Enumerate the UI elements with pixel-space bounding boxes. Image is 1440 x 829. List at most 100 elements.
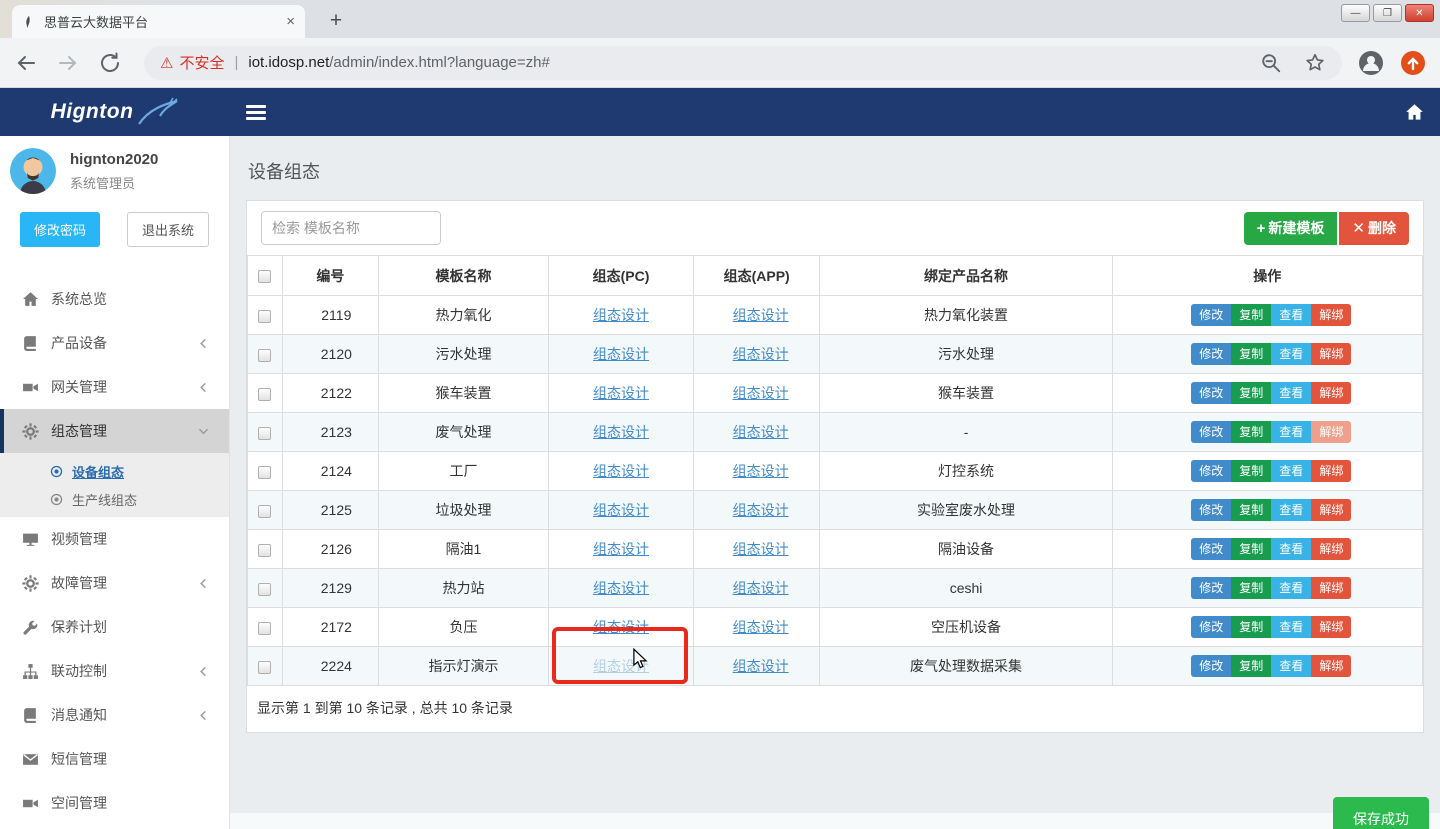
unbind-button[interactable]: 解绑 [1311, 655, 1351, 677]
logout-button[interactable]: 退出系统 [127, 212, 209, 247]
row-checkbox[interactable] [258, 310, 271, 323]
pc-config-link[interactable]: 组态设计 [593, 307, 649, 323]
copy-button[interactable]: 复制 [1231, 382, 1271, 404]
app-config-link[interactable]: 组态设计 [733, 541, 789, 557]
unbind-button[interactable]: 解绑 [1311, 304, 1351, 326]
modify-button[interactable]: 修改 [1191, 421, 1231, 443]
sidebar-item-0[interactable]: 系统总览 [0, 277, 229, 321]
unbind-button[interactable]: 解绑 [1311, 577, 1351, 599]
sidebar-item-7[interactable]: 联动控制 [0, 649, 229, 693]
unbind-button[interactable]: 解绑 [1311, 382, 1351, 404]
copy-button[interactable]: 复制 [1231, 538, 1271, 560]
copy-button[interactable]: 复制 [1231, 460, 1271, 482]
view-button[interactable]: 查看 [1271, 460, 1311, 482]
modify-button[interactable]: 修改 [1191, 499, 1231, 521]
zoom-out-icon[interactable] [1260, 52, 1282, 74]
view-button[interactable]: 查看 [1271, 382, 1311, 404]
row-checkbox[interactable] [258, 388, 271, 401]
modify-button[interactable]: 修改 [1191, 343, 1231, 365]
menu-toggle-icon[interactable] [246, 105, 266, 120]
pc-config-link[interactable]: 组态设计 [593, 385, 649, 401]
sidebar-item-3[interactable]: 组态管理 [0, 409, 229, 453]
browser-update-icon[interactable] [1400, 50, 1426, 76]
copy-button[interactable]: 复制 [1231, 304, 1271, 326]
new-template-button[interactable]: +新建模板 [1244, 212, 1338, 245]
bookmark-star-icon[interactable] [1304, 52, 1326, 74]
pc-config-link[interactable]: 组态设计 [593, 463, 649, 479]
pc-config-link[interactable]: 组态设计 [593, 502, 649, 518]
sidebar-item-2[interactable]: 网关管理 [0, 365, 229, 409]
row-checkbox[interactable] [258, 349, 271, 362]
submenu-item-0[interactable]: 设备组态 [0, 457, 229, 485]
modify-button[interactable]: 修改 [1191, 577, 1231, 599]
sidebar-item-6[interactable]: 保养计划 [0, 605, 229, 649]
view-button[interactable]: 查看 [1271, 343, 1311, 365]
row-checkbox[interactable] [258, 661, 271, 674]
app-config-link[interactable]: 组态设计 [733, 424, 789, 440]
app-config-link[interactable]: 组态设计 [733, 619, 789, 635]
back-icon[interactable] [14, 51, 38, 75]
window-minimize-button[interactable]: — [1341, 4, 1370, 22]
submenu-item-1[interactable]: 生产线组态 [0, 485, 229, 513]
view-button[interactable]: 查看 [1271, 304, 1311, 326]
view-button[interactable]: 查看 [1271, 538, 1311, 560]
new-tab-button[interactable]: + [322, 8, 350, 36]
unbind-button[interactable]: 解绑 [1311, 538, 1351, 560]
app-config-link[interactable]: 组态设计 [733, 463, 789, 479]
window-close-button[interactable]: ✕ [1405, 4, 1434, 22]
window-restore-button[interactable]: ❐ [1373, 4, 1402, 22]
unbind-button[interactable]: 解绑 [1311, 343, 1351, 365]
app-config-link[interactable]: 组态设计 [733, 385, 789, 401]
sidebar-item-4[interactable]: 视频管理 [0, 517, 229, 561]
browser-tab[interactable]: 思普云大数据平台 × [12, 5, 305, 38]
pc-config-link[interactable]: 组态设计 [593, 541, 649, 557]
sidebar-item-10[interactable]: 空间管理 [0, 781, 229, 825]
reload-icon[interactable] [98, 51, 122, 75]
modify-button[interactable]: 修改 [1191, 460, 1231, 482]
unbind-button[interactable]: 解绑 [1311, 499, 1351, 521]
app-config-link[interactable]: 组态设计 [733, 580, 789, 596]
row-checkbox[interactable] [258, 466, 271, 479]
profile-avatar-icon[interactable] [1358, 50, 1384, 76]
view-button[interactable]: 查看 [1271, 577, 1311, 599]
pc-config-link[interactable]: 组态设计 [593, 580, 649, 596]
app-config-link[interactable]: 组态设计 [733, 307, 789, 323]
sidebar-item-5[interactable]: 故障管理 [0, 561, 229, 605]
change-password-button[interactable]: 修改密码 [20, 212, 100, 247]
copy-button[interactable]: 复制 [1231, 343, 1271, 365]
app-config-link[interactable]: 组态设计 [733, 502, 789, 518]
app-config-link[interactable]: 组态设计 [733, 346, 789, 362]
copy-button[interactable]: 复制 [1231, 577, 1271, 599]
unbind-button[interactable]: 解绑 [1311, 460, 1351, 482]
row-checkbox[interactable] [258, 427, 271, 440]
select-all-checkbox[interactable] [258, 270, 271, 283]
modify-button[interactable]: 修改 [1191, 382, 1231, 404]
pc-config-link[interactable]: 组态设计 [593, 619, 649, 635]
modify-button[interactable]: 修改 [1191, 538, 1231, 560]
copy-button[interactable]: 复制 [1231, 655, 1271, 677]
copy-button[interactable]: 复制 [1231, 421, 1271, 443]
home-icon[interactable] [1405, 103, 1424, 122]
sidebar-item-8[interactable]: 消息通知 [0, 693, 229, 737]
modify-button[interactable]: 修改 [1191, 616, 1231, 638]
row-checkbox[interactable] [258, 583, 271, 596]
pc-config-link[interactable]: 组态设计 [593, 424, 649, 440]
view-button[interactable]: 查看 [1271, 421, 1311, 443]
modify-button[interactable]: 修改 [1191, 655, 1231, 677]
copy-button[interactable]: 复制 [1231, 616, 1271, 638]
unbind-button[interactable]: 解绑 [1311, 421, 1351, 443]
copy-button[interactable]: 复制 [1231, 499, 1271, 521]
view-button[interactable]: 查看 [1271, 655, 1311, 677]
unbind-button[interactable]: 解绑 [1311, 616, 1351, 638]
view-button[interactable]: 查看 [1271, 499, 1311, 521]
pc-config-link[interactable]: 组态设计 [593, 346, 649, 362]
row-checkbox[interactable] [258, 622, 271, 635]
view-button[interactable]: 查看 [1271, 616, 1311, 638]
search-input[interactable] [261, 211, 441, 245]
delete-button[interactable]: ✕删除 [1339, 212, 1409, 245]
tab-close-icon[interactable]: × [286, 13, 295, 30]
modify-button[interactable]: 修改 [1191, 304, 1231, 326]
forward-icon[interactable] [56, 51, 80, 75]
address-bar[interactable]: ⚠ 不安全 | iot.idosp.net/admin/index.html?l… [144, 46, 1342, 80]
row-checkbox[interactable] [258, 544, 271, 557]
